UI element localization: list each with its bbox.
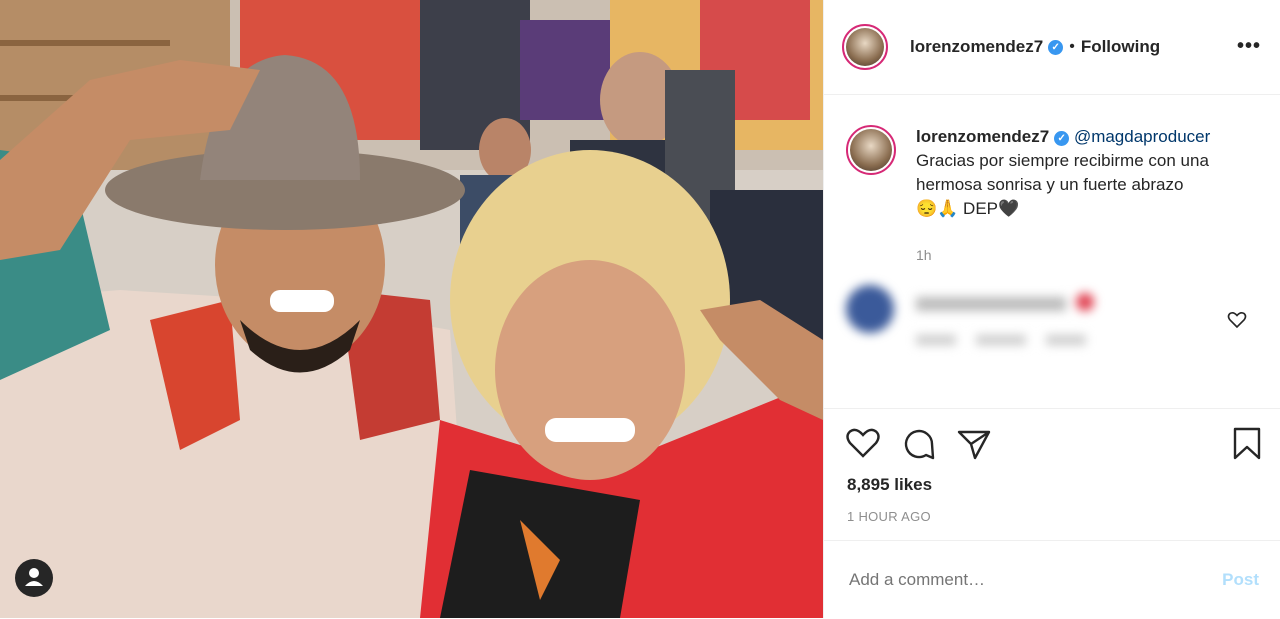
- comment-icon[interactable]: [902, 427, 936, 461]
- author-username[interactable]: lorenzomendez7: [910, 37, 1043, 57]
- post-photo[interactable]: [0, 0, 823, 618]
- tagged-users-button[interactable]: [15, 559, 53, 597]
- action-bar: 8,895 likes 1 HOUR AGO: [824, 408, 1280, 541]
- bookmark-icon[interactable]: [1232, 427, 1262, 461]
- caption-avatar[interactable]: [846, 125, 896, 175]
- caption-mention-link[interactable]: @magdaproducer: [1074, 127, 1210, 146]
- caption-time: 1h: [916, 247, 932, 263]
- caption-emoji: 😔🙏 DEP🖤: [916, 199, 1020, 218]
- caption-text: Gracias por siempre recibirme con una he…: [916, 151, 1209, 194]
- author-avatar[interactable]: [842, 24, 888, 70]
- separator-dot: •: [1069, 38, 1075, 55]
- caption-text-block: lorenzomendez7 ✓ @magdaproducer Gracias p…: [916, 125, 1276, 221]
- blurred-comment: [846, 285, 1266, 375]
- caption-username[interactable]: lorenzomendez7: [916, 127, 1049, 146]
- comments-area: lorenzomendez7 ✓ @magdaproducer Gracias p…: [824, 95, 1280, 407]
- likes-count[interactable]: 8,895 likes: [847, 475, 932, 495]
- caption: lorenzomendez7 ✓ @magdaproducer Gracias p…: [846, 125, 1276, 221]
- comment-box: Post: [824, 540, 1280, 619]
- user-tag-icon: [25, 568, 43, 586]
- heart-icon[interactable]: [846, 427, 880, 459]
- post-side-panel: lorenzomendez7 ✓ • Following ••• lorenzo…: [823, 0, 1280, 618]
- photo-illustration: [0, 0, 823, 618]
- author-info: lorenzomendez7 ✓ • Following: [910, 37, 1160, 57]
- following-button[interactable]: Following: [1081, 37, 1160, 57]
- comment-like-heart-icon[interactable]: [1227, 310, 1247, 330]
- post-timestamp[interactable]: 1 HOUR AGO: [847, 509, 931, 524]
- share-icon[interactable]: [956, 427, 992, 461]
- more-options-icon[interactable]: •••: [1237, 35, 1261, 58]
- comment-input[interactable]: [847, 569, 1201, 591]
- verified-badge-icon: ✓: [1054, 131, 1070, 146]
- post-button[interactable]: Post: [1222, 570, 1259, 590]
- post-header: lorenzomendez7 ✓ • Following •••: [824, 0, 1280, 95]
- verified-badge-icon: ✓: [1048, 39, 1064, 55]
